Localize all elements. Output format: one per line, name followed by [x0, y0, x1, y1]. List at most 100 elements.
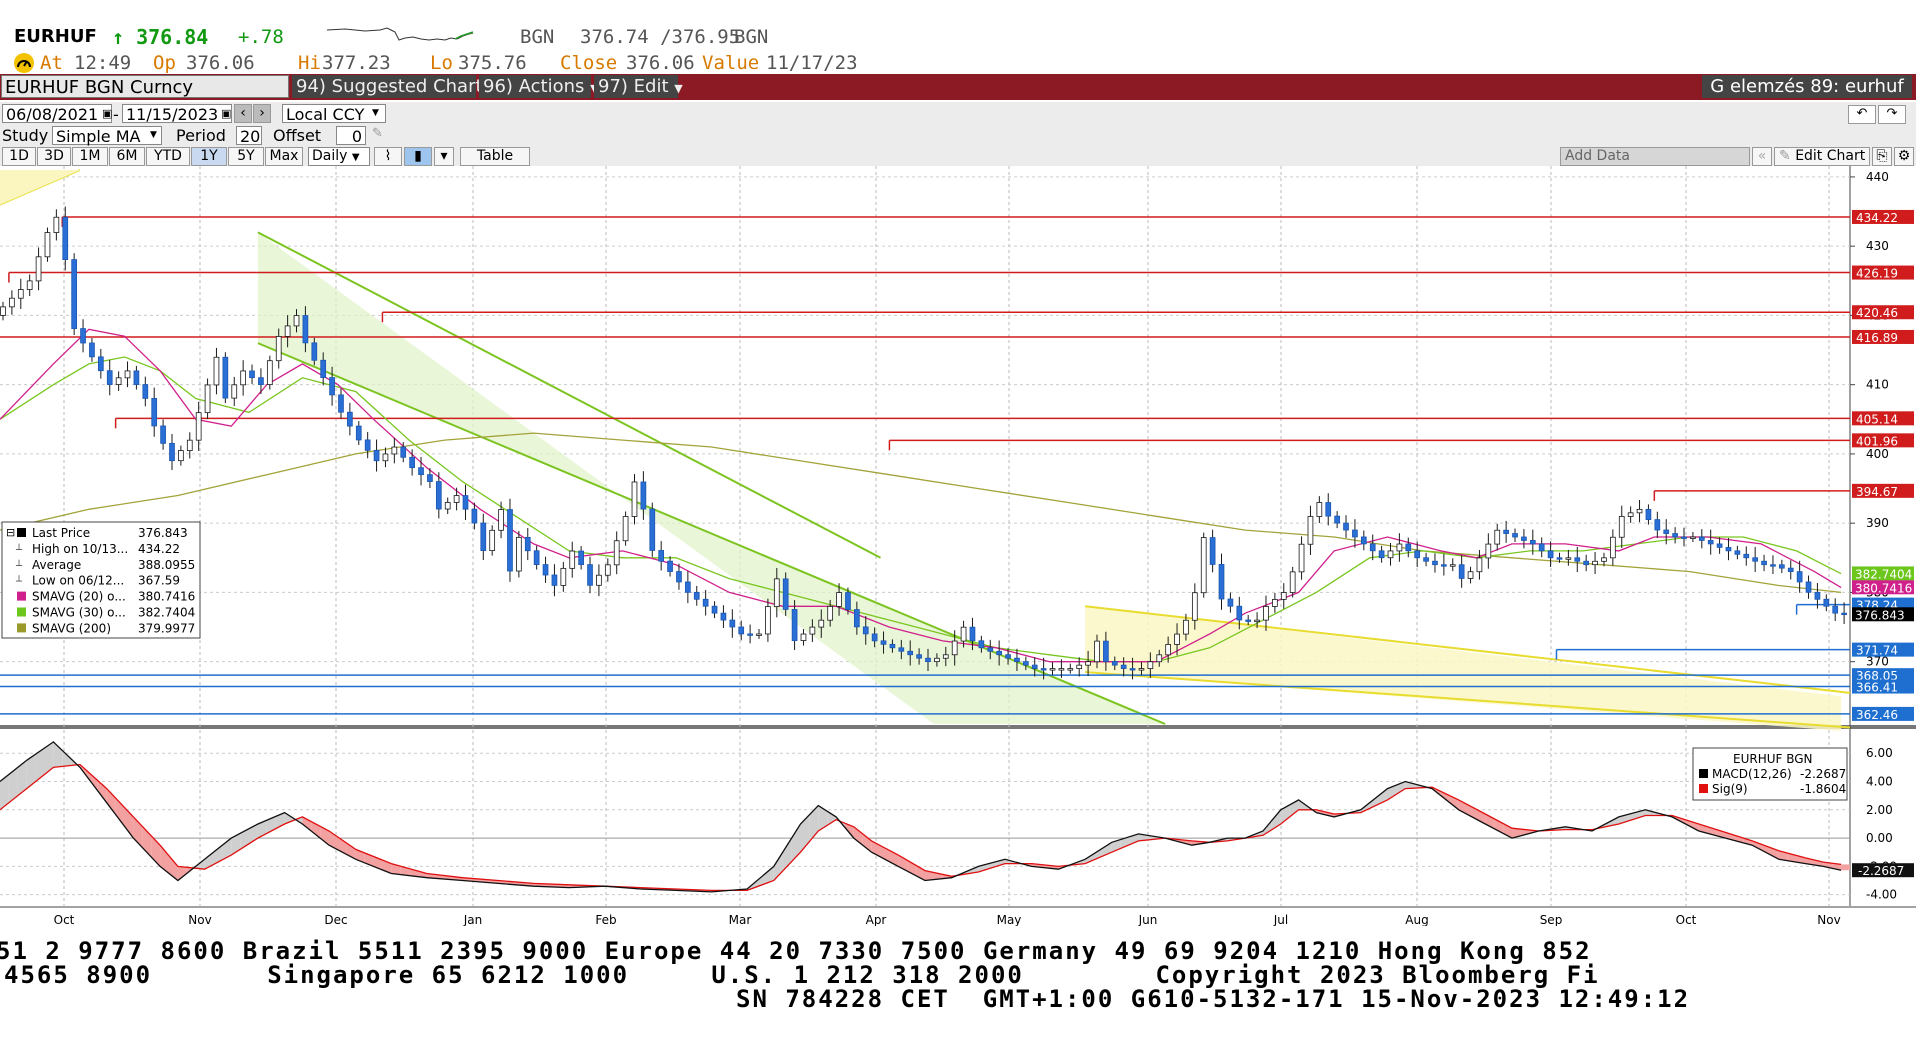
gear-icon[interactable]: ⚙ — [1894, 147, 1914, 166]
candle-body — [1707, 540, 1714, 545]
candle-body — [1156, 654, 1163, 663]
currency-select[interactable]: Local CCY — [282, 104, 386, 124]
candle-body — [1058, 668, 1065, 671]
candle-body — [800, 633, 807, 641]
candle-body — [1770, 564, 1776, 567]
legend-value: 380.7416 — [138, 590, 195, 604]
legend-label: SMAVG (30) o... — [32, 606, 126, 620]
candle-body — [791, 609, 798, 641]
level-badge-label: 362.46 — [1856, 708, 1898, 722]
chart-type-dropdown[interactable]: ▾ — [434, 147, 454, 166]
prev-period-button[interactable]: ‹ — [234, 104, 252, 123]
end-date-field[interactable]: 11/15/2023 — [122, 104, 232, 124]
candle-body — [1618, 516, 1625, 538]
suggested-charts-button[interactable]: 94) Suggested Charts — [292, 75, 492, 98]
frequency-select[interactable]: Daily ▼ — [308, 147, 370, 166]
open-label: Op — [153, 52, 176, 74]
legend-swatch — [17, 607, 26, 617]
undo-icon[interactable]: ↶ — [1848, 105, 1876, 124]
candle-body — [569, 550, 576, 569]
security-field[interactable]: EURHUF BGN Curncy — [1, 75, 289, 98]
range-button-ytd[interactable]: YTD — [146, 147, 190, 166]
redo-icon[interactable]: ↷ — [1878, 105, 1906, 124]
start-date-field[interactable]: 06/08/2021 — [2, 104, 112, 124]
last-price-value: 376.84 — [136, 25, 209, 49]
candle-body — [1583, 560, 1590, 566]
range-button-1y[interactable]: 1Y — [191, 147, 227, 166]
candle-body — [1360, 536, 1367, 545]
candle-body — [685, 581, 691, 593]
candle-body — [1289, 571, 1296, 593]
speedometer-icon[interactable] — [14, 53, 34, 73]
range-button-1m[interactable]: 1M — [72, 147, 108, 166]
range-button-max[interactable]: Max — [265, 147, 303, 166]
candle-body — [1272, 599, 1278, 607]
add-data-button[interactable]: Add Data — [1560, 147, 1750, 166]
actions-menu[interactable]: 96) Actions ▼ — [479, 75, 599, 98]
study-toolbar: Study Simple MA ▼ Period 20 Offset 0 ✎ — [0, 125, 1916, 146]
calendar-icon[interactable]: ▣ — [221, 107, 231, 120]
ticker-symbol[interactable]: EURHUF — [14, 26, 97, 47]
candle-body — [1174, 633, 1180, 645]
candle-body — [1085, 661, 1091, 666]
candle-body — [17, 289, 24, 299]
period-label: Period — [176, 126, 226, 145]
period-input[interactable]: 20 — [236, 126, 262, 146]
offset-input[interactable]: 0 — [336, 126, 366, 146]
level-badge-label: 416.89 — [1856, 331, 1898, 345]
candle-body — [1485, 543, 1492, 559]
edit-chart-label: Edit Chart — [1795, 148, 1866, 164]
candle-body — [44, 232, 51, 258]
candle-body — [1512, 533, 1518, 538]
candle-body — [578, 550, 584, 565]
candle-body — [667, 560, 673, 572]
y-tick-label: 410 — [1866, 378, 1889, 392]
frequency-value: Daily — [312, 148, 348, 164]
candle-body — [1636, 508, 1643, 514]
candle-body — [1103, 640, 1109, 662]
quote-header: EURHUF ↑ 376.84 +.78 BGN 376.74 /376.95 … — [0, 0, 1916, 74]
study-select[interactable]: Simple MA — [52, 126, 162, 146]
edit-menu[interactable]: 97) Edit ▼ — [594, 75, 683, 98]
y-tick-label: 390 — [1866, 516, 1889, 530]
candle-body — [836, 592, 842, 607]
close-value: 376.06 — [626, 52, 695, 74]
candle-body — [1814, 591, 1821, 600]
price-chart[interactable]: 370380390400410420430440434.22426.19420.… — [0, 166, 1916, 926]
candle-body — [649, 508, 656, 551]
level-badge-label: 394.67 — [1856, 485, 1898, 499]
candle-body — [106, 370, 113, 385]
chart-type-candle-icon[interactable]: ▮ — [404, 147, 432, 166]
legend-label: SMAVG (200) — [32, 621, 111, 635]
edit-chart-button[interactable]: ✎ Edit Chart — [1774, 147, 1870, 166]
range-button-6m[interactable]: 6M — [109, 147, 145, 166]
table-button[interactable]: Table — [460, 147, 530, 166]
calendar-icon[interactable]: ▣ — [102, 107, 112, 120]
candle-body — [604, 564, 611, 576]
candle-body — [1716, 543, 1723, 548]
last-price: ↑ 376.84 — [112, 25, 209, 49]
candle-body — [951, 640, 958, 656]
candle-body — [391, 446, 398, 455]
chart-type-line-icon[interactable]: ⌇ — [374, 147, 402, 166]
candle-body — [1031, 664, 1038, 669]
candle-body — [702, 598, 709, 607]
candle-body — [880, 640, 887, 645]
candle-body — [818, 619, 825, 628]
next-period-button[interactable]: › — [253, 104, 271, 123]
chevron-left-icon[interactable]: « — [1752, 147, 1772, 166]
candle-body — [1280, 592, 1287, 600]
pencil-icon[interactable]: ✎ — [372, 126, 383, 141]
range-button-1d[interactable]: 1D — [2, 147, 36, 166]
candle-body — [9, 297, 15, 308]
price-change: +.78 — [238, 26, 284, 48]
range-button-5y[interactable]: 5Y — [228, 147, 264, 166]
candle-body — [1779, 564, 1785, 569]
candle-body — [1414, 550, 1421, 559]
export-icon[interactable]: ⎘ — [1872, 147, 1892, 166]
candle-body — [462, 495, 469, 510]
legend-label: High on 10/13... — [32, 542, 128, 556]
ticker-line-3: SN 784228 CET GMT+1:00 G610-5132-171 15-… — [736, 985, 1691, 1013]
range-button-3d[interactable]: 3D — [37, 147, 71, 166]
x-tick-label: Aug — [1405, 913, 1428, 926]
